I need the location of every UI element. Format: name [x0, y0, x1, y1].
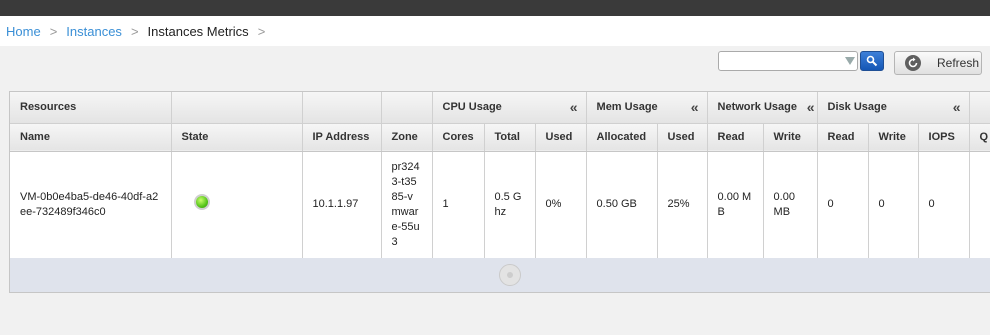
column-header-cpu-used[interactable]: Used [535, 123, 587, 152]
column-header-disk-write[interactable]: Write [868, 123, 919, 152]
cell-zone: pr3243-t3585-vmware-55u3 [381, 151, 433, 258]
refresh-button-label: Refresh [937, 56, 980, 70]
breadcrumb-instances-link[interactable]: Instances [66, 24, 122, 39]
table-row[interactable]: VM-0b0e4ba5-de46-40df-a2ee-732489f346c0 … [10, 151, 990, 258]
group-header-mem-label: Mem Usage [596, 101, 658, 114]
group-header-resources: Resources [10, 92, 172, 124]
column-header-name[interactable]: Name [10, 123, 172, 152]
search-button[interactable] [860, 51, 884, 71]
column-header-ip[interactable]: IP Address [302, 123, 382, 152]
cell-state [171, 151, 303, 258]
loading-spinner-icon [499, 264, 522, 286]
column-header-net-read[interactable]: Read [707, 123, 764, 152]
column-header-total[interactable]: Total [484, 123, 536, 152]
top-bar [0, 0, 990, 16]
cell-mem-used: 25% [657, 151, 708, 258]
toolbar: Refresh [0, 46, 990, 90]
cell-total: 0.5 Ghz [484, 151, 536, 258]
state-running-icon [193, 194, 210, 211]
cell-disk-write: 0 [868, 151, 919, 258]
group-header-disk: Disk Usage « [817, 92, 970, 124]
group-header-cpu-label: CPU Usage [442, 101, 502, 114]
search-box [718, 51, 858, 71]
group-header-network-label: Network Usage [717, 101, 798, 114]
collapse-disk-icon[interactable]: « [953, 99, 961, 115]
column-header-cores[interactable]: Cores [432, 123, 485, 152]
group-header-empty [171, 92, 303, 124]
column-header-net-write[interactable]: Write [763, 123, 818, 152]
cell-allocated: 0.50 GB [586, 151, 658, 258]
metrics-table: Resources CPU Usage « Mem Usage « Network … [9, 91, 990, 293]
group-header-empty [381, 92, 433, 124]
column-header-iops[interactable]: IOPS [918, 123, 970, 152]
breadcrumb: Home > Instances > Instances Metrics > [0, 16, 990, 46]
search-input[interactable] [719, 52, 847, 70]
collapse-network-icon[interactable]: « [807, 99, 815, 115]
breadcrumb-separator: > [257, 23, 266, 39]
group-header-network: Network Usage « [707, 92, 818, 124]
group-header-disk-label: Disk Usage [827, 101, 887, 114]
refresh-button[interactable]: Refresh [894, 51, 982, 75]
group-header-cpu: CPU Usage « [432, 92, 587, 124]
loading-footer [10, 258, 990, 292]
search-dropdown-icon[interactable] [845, 57, 855, 65]
cell-extra [969, 151, 990, 258]
refresh-icon [905, 55, 921, 71]
group-header-empty [302, 92, 382, 124]
column-header-mem-used[interactable]: Used [657, 123, 708, 152]
cell-cores: 1 [432, 151, 485, 258]
cell-ip: 10.1.1.97 [302, 151, 382, 258]
cell-disk-read: 0 [817, 151, 869, 258]
cell-iops: 0 [918, 151, 970, 258]
cell-net-read: 0.00 MB [707, 151, 764, 258]
group-header-empty [969, 92, 990, 124]
breadcrumb-current: Instances Metrics [147, 23, 249, 39]
column-header-zone[interactable]: Zone [381, 123, 433, 152]
breadcrumb-home-link[interactable]: Home [6, 24, 41, 39]
column-header-state[interactable]: State [171, 123, 303, 152]
search-icon [866, 55, 878, 67]
collapse-mem-icon[interactable]: « [691, 99, 699, 115]
column-header-extra[interactable]: Q [969, 123, 990, 152]
column-header-disk-read[interactable]: Read [817, 123, 869, 152]
column-header-allocated[interactable]: Allocated [586, 123, 658, 152]
cell-name: VM-0b0e4ba5-de46-40df-a2ee-732489f346c0 [10, 151, 172, 258]
breadcrumb-separator: > [130, 23, 139, 39]
breadcrumb-separator: > [49, 23, 58, 39]
cell-net-write: 0.00 MB [763, 151, 818, 258]
collapse-cpu-icon[interactable]: « [570, 99, 578, 115]
cell-cpu-used: 0% [535, 151, 587, 258]
group-header-mem: Mem Usage « [586, 92, 708, 124]
